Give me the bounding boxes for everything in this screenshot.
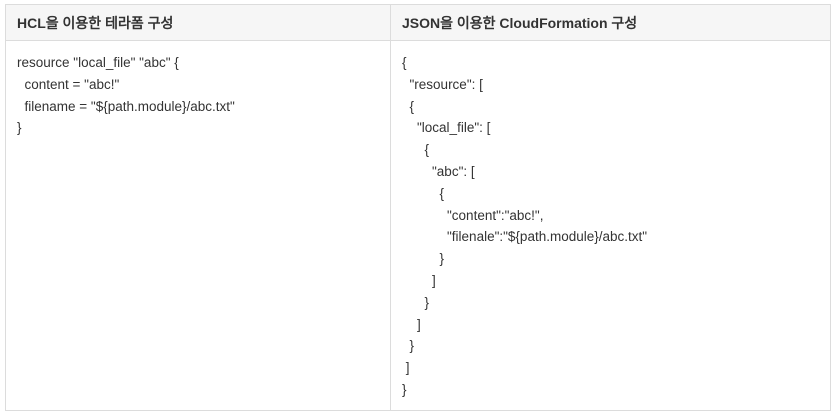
json-code-block: { "resource": [ { "local_file": [ { "abc… [391,41,830,401]
json-code-line: "abc": [ [402,163,475,179]
hcl-code-line: filename = "${path.module}/abc.txt" [17,98,235,114]
json-code-line: "filenale":"${path.module}/abc.txt" [402,229,648,245]
hcl-code-line: } [17,120,22,136]
comparison-table: HCL을 이용한 테라폼 구성 JSON을 이용한 CloudFormation… [5,4,831,411]
json-code-line: "local_file": [ [402,120,491,136]
json-code-line: ] [402,272,436,288]
json-code-line: } [402,251,445,267]
json-code-line: ] [402,316,421,332]
json-code-line: { [402,185,445,201]
hcl-code-cell: resource "local_file" "abc" { content = … [6,41,391,410]
json-code-line: { [402,142,430,158]
json-code-line: ] [402,360,410,376]
header-hcl: HCL을 이용한 테라폼 구성 [6,5,391,41]
header-json: JSON을 이용한 CloudFormation 구성 [391,5,830,41]
json-code-cell: { "resource": [ { "local_file": [ { "abc… [391,41,830,410]
hcl-code-block: resource "local_file" "abc" { content = … [6,41,390,139]
json-code-line: { [402,55,407,70]
json-code-line: } [402,381,407,397]
header-hcl-label: HCL을 이용한 테라폼 구성 [17,15,174,31]
json-code-line: { [402,98,415,114]
header-json-label: JSON을 이용한 CloudFormation 구성 [402,15,638,31]
hcl-code-line: content = "abc!" [17,76,120,92]
json-code-line: } [402,294,430,310]
json-code-line: } [402,338,415,354]
json-code-line: "resource": [ [402,76,483,92]
hcl-code-line: resource "local_file" "abc" { [17,55,179,70]
json-code-line: "content":"abc!", [402,207,544,223]
